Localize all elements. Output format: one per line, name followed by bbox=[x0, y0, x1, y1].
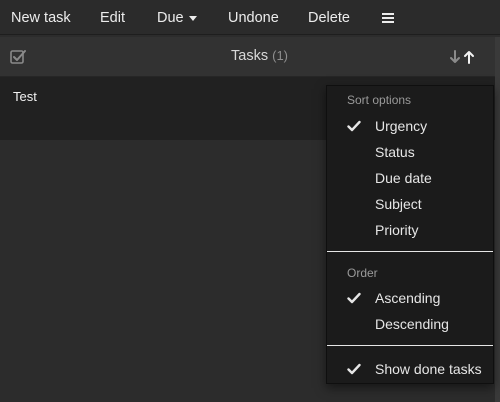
checkbox-checked-icon[interactable] bbox=[10, 49, 26, 65]
sort-priority-item[interactable]: Priority bbox=[327, 218, 493, 242]
task-subject: Test bbox=[13, 89, 37, 104]
panel-title-text: Tasks bbox=[231, 48, 269, 64]
order-ascending-item[interactable]: Ascending bbox=[327, 286, 493, 310]
sort-urgency-item[interactable]: Urgency bbox=[327, 114, 493, 138]
sort-subject-item[interactable]: Subject bbox=[327, 192, 493, 216]
delete-label: Delete bbox=[308, 9, 350, 26]
undone-button[interactable]: Undone bbox=[228, 0, 279, 35]
sort-dropdown-menu: Sort options Urgency Status Due date Sub… bbox=[326, 85, 494, 384]
toolbar: New task Edit Due Undone Delete bbox=[0, 0, 500, 35]
show-done-tasks-item[interactable]: Show done tasks bbox=[327, 357, 493, 381]
sort-status-item[interactable]: Status bbox=[327, 140, 493, 164]
sort-status-label: Status bbox=[375, 144, 415, 160]
task-count: (1) bbox=[272, 48, 288, 63]
edit-label: Edit bbox=[100, 9, 125, 26]
scrollbar[interactable] bbox=[495, 37, 500, 402]
sort-arrows-icon[interactable] bbox=[449, 50, 477, 64]
panel-title: Tasks (1) bbox=[231, 48, 288, 64]
order-descending-label: Descending bbox=[375, 316, 449, 332]
sort-due-date-item[interactable]: Due date bbox=[327, 166, 493, 190]
order-ascending-label: Ascending bbox=[375, 290, 441, 306]
edit-button[interactable]: Edit bbox=[100, 0, 125, 35]
caret-down-icon bbox=[188, 15, 197, 21]
new-task-label: New task bbox=[11, 9, 71, 26]
sort-priority-label: Priority bbox=[375, 222, 419, 238]
sort-subject-label: Subject bbox=[375, 196, 422, 212]
sort-due-date-label: Due date bbox=[375, 170, 432, 186]
order-header: Order bbox=[347, 266, 378, 280]
task-row[interactable]: Test bbox=[13, 89, 37, 104]
sort-urgency-label: Urgency bbox=[375, 118, 428, 134]
sort-options-header: Sort options bbox=[347, 93, 412, 107]
panel-header: Tasks (1) bbox=[0, 37, 495, 77]
hamburger-icon bbox=[382, 12, 394, 23]
order-descending-item[interactable]: Descending bbox=[327, 312, 493, 336]
menu-button[interactable] bbox=[382, 0, 394, 35]
undone-label: Undone bbox=[228, 9, 279, 26]
show-done-tasks-label: Show done tasks bbox=[375, 361, 482, 377]
due-button[interactable]: Due bbox=[157, 0, 197, 35]
new-task-button[interactable]: New task bbox=[11, 0, 71, 35]
menu-divider bbox=[327, 345, 493, 346]
menu-divider bbox=[327, 251, 493, 252]
due-label: Due bbox=[157, 9, 184, 26]
delete-button[interactable]: Delete bbox=[308, 0, 350, 35]
checkmark-icon bbox=[347, 363, 361, 375]
checkmark-icon bbox=[347, 120, 361, 132]
checkmark-icon bbox=[347, 292, 361, 304]
